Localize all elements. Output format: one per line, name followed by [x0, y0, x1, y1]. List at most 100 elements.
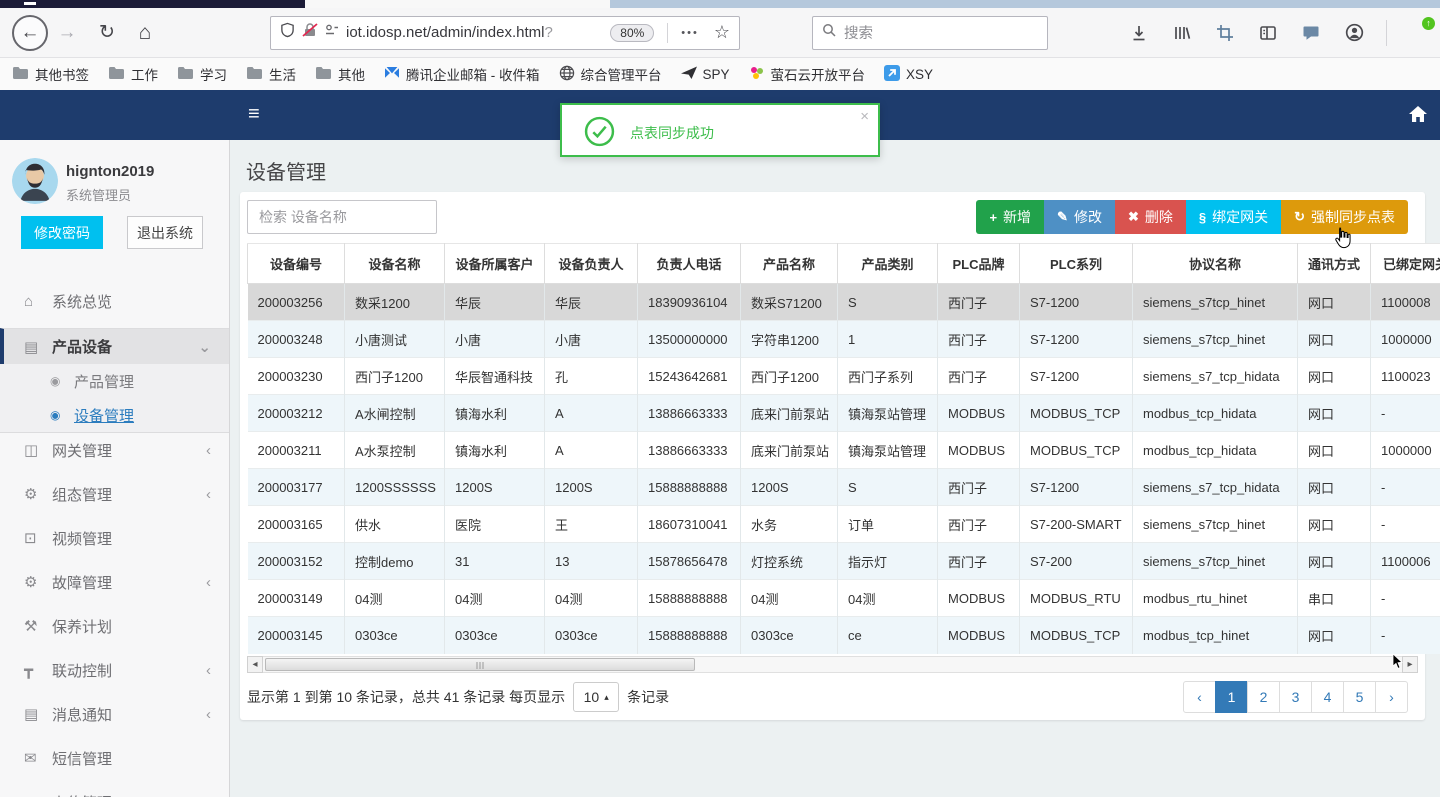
home-button[interactable]: ⌂ [130, 18, 160, 48]
column-header[interactable]: 产品名称 [740, 243, 838, 284]
feedback-chat-icon[interactable] [1300, 22, 1322, 44]
account-icon[interactable] [1343, 22, 1365, 44]
pager-prev-button[interactable]: ‹ [1183, 681, 1216, 713]
toast-close-icon[interactable]: × [860, 108, 869, 125]
table-row[interactable]: 200003145 0303ce 0303ce 0303ce 15888888888 03… [247, 616, 1440, 654]
screenshot-icon[interactable] [1214, 22, 1236, 44]
add-button[interactable]: + 新增 [976, 200, 1045, 234]
pager-page-4[interactable]: 4 [1311, 681, 1344, 713]
pager-page-1[interactable]: 1 [1215, 681, 1248, 713]
scrollbar-track[interactable] [263, 656, 1402, 673]
forward-button[interactable]: → [52, 18, 82, 48]
app-menu-icon[interactable]: ↑ [1408, 16, 1435, 41]
column-header[interactable]: 协议名称 [1132, 243, 1298, 284]
sidebar-item-product-mgmt[interactable]: ◉ 产品管理 [0, 364, 229, 398]
column-header[interactable]: 设备所属客户 [444, 243, 545, 284]
sidebar-item-message-notify[interactable]: ▤ 消息通知 ‹ [0, 697, 229, 731]
sidebar-item-device-mgmt[interactable]: ◉ 设备管理 [0, 398, 229, 432]
sidebars-icon[interactable] [1257, 22, 1279, 44]
bookmark-life[interactable]: 生活 [246, 64, 296, 84]
pager-page-5[interactable]: 5 [1343, 681, 1376, 713]
table-cell: 13500000000 [637, 320, 741, 358]
insecure-lock-icon[interactable] [302, 22, 318, 43]
pager-next-button[interactable]: › [1375, 681, 1408, 713]
column-header[interactable]: PLC系列 [1019, 243, 1133, 284]
bind-gateway-button[interactable]: § 绑定网关 [1185, 200, 1282, 234]
search-input[interactable]: 搜索 [812, 15, 1048, 50]
url-bar[interactable]: iot.idosp.net/admin/index.html? 80% ••• … [270, 15, 740, 50]
column-header[interactable]: 产品类别 [837, 243, 938, 284]
column-header[interactable]: 通讯方式 [1297, 243, 1371, 284]
sidebar-item-upload-mgmt[interactable]: ▤上传管理 [0, 785, 229, 797]
downloads-icon[interactable] [1128, 22, 1150, 44]
page-size-select[interactable]: 10 ▴ [573, 682, 620, 712]
page-actions-icon[interactable]: ••• [681, 27, 699, 39]
bookmark-ys7-open-platform[interactable]: 萤石云开放平台 [749, 64, 865, 84]
avatar[interactable] [12, 158, 58, 204]
bookmark-star-icon[interactable]: ☆ [714, 22, 730, 43]
sidebar-item-scada-mgmt[interactable]: ⚙ 组态管理 ‹ [0, 477, 229, 511]
table-row[interactable]: 200003230 西门子1200 华辰智通科技孔 15243642681 西门子120… [247, 357, 1440, 395]
delete-button[interactable]: ✖ 删除 [1114, 200, 1186, 234]
sidebar-item-linkage-control[interactable]: ┳ 联动控制 ‹ [0, 653, 229, 687]
column-header[interactable]: 设备名称 [344, 243, 445, 284]
table-cell: 200003149 [247, 579, 345, 617]
zoom-level-badge[interactable]: 80% [610, 23, 655, 42]
url-text[interactable]: iot.idosp.net/admin/index.html? [346, 24, 553, 41]
column-header[interactable]: 已绑定网关 [1370, 243, 1440, 284]
table-row[interactable]: 200003211 A水泵控制 镇海水利 A 13886663333 底来门前泵站 镇海泵站… [247, 431, 1440, 469]
tracking-protection-shield-icon[interactable] [280, 22, 295, 43]
scroll-left-icon[interactable]: ◂ [247, 656, 263, 673]
sidebar-item-product-device[interactable]: ▤ 产品设备 ⌄ [0, 328, 229, 364]
bookmark-spy[interactable]: SPY [680, 66, 730, 83]
table-cell: S [837, 468, 938, 506]
bookmark-other-bookmarks[interactable]: 其他书签 [12, 64, 89, 84]
app-home-icon[interactable] [1408, 105, 1428, 128]
bookmark-tencent-exmail-inbox[interactable]: 腾讯企业邮箱 - 收件箱 [384, 64, 540, 84]
column-header[interactable]: 设备编号 [247, 243, 345, 284]
sidebar-item-maintenance-plan[interactable]: ⚒ 保养计划 [0, 609, 229, 643]
table-row[interactable]: 200003165 供水 医院王 18607310041 水务 订单 西门子 S7-200-S… [247, 505, 1440, 543]
update-badge: ↑ [1422, 16, 1435, 30]
bookmark-other[interactable]: 其他 [315, 64, 365, 84]
scrollbar-thumb[interactable] [265, 658, 695, 671]
back-button[interactable]: ← [12, 14, 48, 51]
bookmark-xsy[interactable]: XSY [884, 64, 933, 84]
device-search-input[interactable]: 检索 设备名称 [247, 200, 437, 234]
pager-page-3[interactable]: 3 [1279, 681, 1312, 713]
table-cell: 西门子 [937, 542, 1020, 580]
scroll-right-icon[interactable]: ▸ [1402, 656, 1418, 673]
logout-button[interactable]: 退出系统 [127, 216, 203, 249]
sidebar-item-system-overview[interactable]: ⌂ 系统总览 [0, 284, 229, 318]
sidebar-toggle-icon[interactable]: ≡ [248, 103, 260, 126]
bookmark-work[interactable]: 工作 [108, 64, 158, 84]
table-row[interactable]: 200003248 小唐测试 小唐 小唐 13500000000 字符串1200 1 西门子 S… [247, 320, 1440, 358]
window-control[interactable] [24, 2, 36, 5]
bookmark-study[interactable]: 学习 [177, 64, 227, 84]
table-row[interactable]: 200003212 A水闸控制 镇海水利 A 13886663333 底来门前泵站 镇海泵站… [247, 394, 1440, 432]
reload-button[interactable]: ↻ [92, 18, 122, 48]
change-password-button[interactable]: 修改密码 [21, 216, 103, 249]
active-tab[interactable] [305, 0, 610, 8]
sidebar-item-gateway-mgmt[interactable]: ◫ 网关管理 ‹ [0, 433, 229, 467]
pager-page-2[interactable]: 2 [1247, 681, 1280, 713]
table-cell: 网口 [1297, 616, 1371, 654]
search-placeholder: 搜索 [844, 26, 873, 42]
table-row[interactable]: 200003256 数采1200 华辰 华辰 18390936104 数采S71200 S 西… [247, 283, 1440, 321]
site-permissions-icon[interactable] [325, 23, 339, 42]
force-sync-points-button[interactable]: ↻ 强制同步点表 [1281, 200, 1408, 234]
sidebar-item-fault-mgmt[interactable]: ⚙ 故障管理 ‹ [0, 565, 229, 599]
column-header[interactable]: PLC品牌 [937, 243, 1020, 284]
edit-button[interactable]: ✎ 修改 [1044, 200, 1115, 234]
table-cell: - [1370, 505, 1440, 543]
column-header[interactable]: 负责人电话 [637, 243, 741, 284]
bookmark-integrated-platform[interactable]: 综合管理平台 [559, 64, 662, 84]
sidebar-item-sms-mgmt[interactable]: ✉ 短信管理 [0, 741, 229, 775]
library-icon[interactable] [1171, 22, 1193, 44]
table-row[interactable]: 200003149 04测 04测 04测 15888888888 04测 04测 MODBU… [247, 579, 1440, 617]
column-header[interactable]: 设备负责人 [544, 243, 638, 284]
table-row[interactable]: 200003152 控制demo 31 13 15878656478 灯控系统 指示灯 西门子… [247, 542, 1440, 580]
table-cell: MODBUS [937, 616, 1020, 654]
sidebar-item-video-mgmt[interactable]: ⊡ 视频管理 [0, 521, 229, 555]
table-row[interactable]: 200003177 1200SSSSSS 1200S 1200S 15888888888… [247, 468, 1440, 506]
